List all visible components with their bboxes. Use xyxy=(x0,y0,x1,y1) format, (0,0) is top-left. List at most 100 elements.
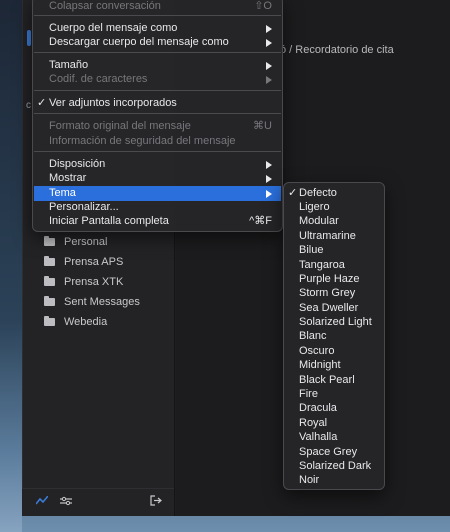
theme-option-label: Space Grey xyxy=(299,446,358,458)
theme-option-solarized-dark[interactable]: Solarized Dark xyxy=(285,459,383,473)
menu-separator xyxy=(34,15,281,16)
theme-option-blanc[interactable]: Blanc xyxy=(285,329,383,343)
menu-separator xyxy=(34,151,281,152)
menu-item-layout[interactable]: Disposición xyxy=(34,157,281,172)
folder-list: Personal Prensa APS Prensa XTK Sent Mess… xyxy=(44,232,140,332)
message-breadcrumb: ó / Recordatorio de cita xyxy=(280,44,394,56)
menu-item-show[interactable]: Mostrar xyxy=(34,171,281,186)
menu-item-customize[interactable]: Personalizar... xyxy=(34,200,281,215)
folder-icon xyxy=(44,276,55,286)
theme-option-black-pearl[interactable]: Black Pearl xyxy=(285,373,383,387)
submenu-arrow-icon xyxy=(266,190,272,198)
menu-item-label: Codif. de caracteres xyxy=(49,73,148,85)
logout-icon[interactable] xyxy=(150,495,162,509)
menu-item-raw-message-source[interactable]: Formato original del mensaje ⌘U xyxy=(34,119,281,134)
menu-item-label: Disposición xyxy=(49,158,106,170)
submenu-arrow-icon xyxy=(266,39,272,47)
theme-option-label: Oscuro xyxy=(299,345,335,357)
menu-separator xyxy=(34,52,281,53)
sidebar-section-marker: c xyxy=(26,100,31,111)
theme-option-ultramarine[interactable]: Ultramarine xyxy=(285,229,383,243)
folder-icon xyxy=(44,236,55,246)
theme-option-label: Valhalla xyxy=(299,431,338,443)
activity-icon[interactable] xyxy=(35,495,49,509)
folder-icon xyxy=(44,256,55,266)
theme-option-label: Solarized Dark xyxy=(299,460,372,472)
menu-item-shortcut: ^⌘F xyxy=(249,215,272,227)
theme-option-modular[interactable]: Modular xyxy=(285,214,383,228)
theme-option-defecto[interactable]: ✓ Defecto xyxy=(285,186,383,200)
sidebar-toolbar xyxy=(22,488,174,516)
theme-option-fire[interactable]: Fire xyxy=(285,387,383,401)
view-menu: Colapsar conversación ⇧O Cuerpo del mens… xyxy=(32,0,283,232)
checkmark-icon: ✓ xyxy=(288,187,298,199)
theme-option-label: Royal xyxy=(299,417,328,429)
folder-icon xyxy=(44,316,55,326)
theme-option-label: Ultramarine xyxy=(299,230,356,242)
checkmark-icon: ✓ xyxy=(37,97,47,109)
theme-submenu: ✓ Defecto Ligero Modular Ultramarine Bil… xyxy=(283,182,385,490)
menu-item-collapse-conversation[interactable]: Colapsar conversación ⇧O xyxy=(34,0,281,14)
menu-separator xyxy=(34,90,281,91)
theme-option-space-grey[interactable]: Space Grey xyxy=(285,445,383,459)
theme-option-label: Black Pearl xyxy=(299,374,355,386)
folder-label: Prensa XTK xyxy=(64,276,124,288)
sliders-icon[interactable] xyxy=(60,495,72,509)
theme-option-ligero[interactable]: Ligero xyxy=(285,200,383,214)
theme-option-label: Sea Dweller xyxy=(299,302,359,314)
menu-item-download-message-body[interactable]: Descargar cuerpo del mensaje como xyxy=(34,35,281,50)
submenu-arrow-icon xyxy=(266,175,272,183)
theme-option-dracula[interactable]: Dracula xyxy=(285,401,383,415)
theme-option-label: Modular xyxy=(299,215,339,227)
submenu-arrow-icon xyxy=(266,76,272,84)
menu-item-text-encoding[interactable]: Codif. de caracteres xyxy=(34,72,281,87)
folder-item[interactable]: Prensa APS xyxy=(44,252,140,272)
theme-option-solarized-light[interactable]: Solarized Light xyxy=(285,315,383,329)
theme-option-oscuro[interactable]: Oscuro xyxy=(285,344,383,358)
theme-option-storm-grey[interactable]: Storm Grey xyxy=(285,286,383,300)
folder-label: Prensa APS xyxy=(64,256,124,268)
submenu-arrow-icon xyxy=(266,25,272,33)
theme-option-label: Purple Haze xyxy=(299,273,360,285)
menu-item-label: Mostrar xyxy=(49,172,87,184)
folder-item[interactable]: Personal xyxy=(44,232,140,252)
menu-item-show-inline-attachments[interactable]: ✓ Ver adjuntos incorporados xyxy=(34,96,281,111)
theme-option-label: Solarized Light xyxy=(299,316,372,328)
theme-option-midnight[interactable]: Midnight xyxy=(285,358,383,372)
theme-option-label: Ligero xyxy=(299,201,330,213)
theme-option-label: Noir xyxy=(299,474,320,486)
desktop-background xyxy=(0,0,22,532)
theme-option-tangaroa[interactable]: Tangaroa xyxy=(285,258,383,272)
folder-label: Personal xyxy=(64,236,108,248)
theme-option-sea-dweller[interactable]: Sea Dweller xyxy=(285,301,383,315)
theme-option-label: Defecto xyxy=(299,187,337,199)
theme-option-bilue[interactable]: Bilue xyxy=(285,243,383,257)
menu-separator xyxy=(34,113,281,114)
menu-item-enter-full-screen[interactable]: Iniciar Pantalla completa ^⌘F xyxy=(34,214,281,229)
menu-item-label: Descargar cuerpo del mensaje como xyxy=(49,36,229,48)
theme-option-label: Blanc xyxy=(299,330,327,342)
theme-option-label: Dracula xyxy=(299,402,337,414)
menu-item-label: Colapsar conversación xyxy=(49,0,161,12)
menu-item-label: Cuerpo del mensaje como xyxy=(49,22,178,34)
menu-item-label: Ver adjuntos incorporados xyxy=(49,97,177,109)
theme-option-purple-haze[interactable]: Purple Haze xyxy=(285,272,383,286)
theme-option-label: Bilue xyxy=(299,244,324,256)
menu-item-message-security-info[interactable]: Información de seguridad del mensaje xyxy=(34,134,281,149)
folder-item[interactable]: Webedia xyxy=(44,312,140,332)
submenu-arrow-icon xyxy=(266,161,272,169)
menu-item-size[interactable]: Tamaño xyxy=(34,58,281,73)
sidebar-selected-indicator xyxy=(27,30,31,46)
folder-label: Sent Messages xyxy=(64,296,140,308)
folder-item[interactable]: Prensa XTK xyxy=(44,272,140,292)
menu-item-message-body-as[interactable]: Cuerpo del mensaje como xyxy=(34,21,281,36)
folder-item[interactable]: Sent Messages xyxy=(44,292,140,312)
submenu-arrow-icon xyxy=(266,62,272,70)
theme-option-valhalla[interactable]: Valhalla xyxy=(285,430,383,444)
menu-item-theme[interactable]: Tema xyxy=(34,186,281,201)
theme-option-royal[interactable]: Royal xyxy=(285,416,383,430)
menu-item-label: Tamaño xyxy=(49,59,89,71)
theme-option-noir[interactable]: Noir xyxy=(285,473,383,487)
theme-option-label: Fire xyxy=(299,388,318,400)
folder-label: Webedia xyxy=(64,316,108,328)
